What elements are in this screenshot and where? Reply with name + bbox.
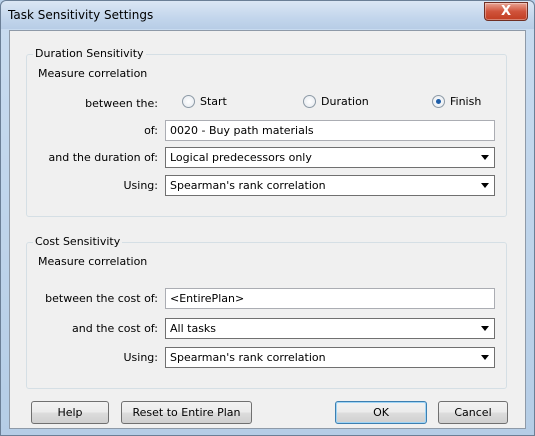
duration-of-label: and the duration of: — [48, 151, 158, 164]
task-of-field[interactable]: 0020 - Buy path materials — [165, 120, 495, 141]
ok-button-label: OK — [373, 406, 389, 419]
duration-measure-label: Measure correlation — [38, 67, 148, 80]
radio-start-indicator[interactable] — [182, 95, 195, 108]
cancel-button-label: Cancel — [454, 406, 492, 419]
dialog-client-area: Duration Sensitivity Measure correlation… — [9, 30, 526, 429]
radio-start[interactable]: Start — [182, 95, 227, 108]
ok-button[interactable]: OK — [335, 401, 427, 424]
between-cost-field[interactable]: <EntirePlan> — [165, 288, 495, 309]
cost-sensitivity-group: Cost Sensitivity Measure correlation bet… — [26, 235, 507, 389]
between-cost-label: between the cost of: — [45, 292, 158, 305]
radio-duration-indicator[interactable] — [303, 95, 316, 108]
duration-sensitivity-legend: Duration Sensitivity — [33, 47, 146, 60]
cost-sensitivity-legend: Cost Sensitivity — [33, 235, 123, 248]
cost-using-dropdown[interactable]: Spearman's rank correlation — [165, 347, 495, 368]
duration-using-label: Using: — [123, 179, 159, 192]
cost-using-label: Using: — [123, 351, 159, 364]
help-button[interactable]: Help — [31, 401, 109, 424]
radio-start-label: Start — [200, 95, 227, 108]
chevron-down-icon — [481, 326, 489, 331]
cancel-button[interactable]: Cancel — [438, 401, 508, 424]
duration-of-value: Logical predecessors only — [170, 151, 312, 164]
task-of-value: 0020 - Buy path materials — [170, 124, 314, 137]
chevron-down-icon — [481, 183, 489, 188]
of-label: of: — [144, 124, 158, 137]
cost-measure-label: Measure correlation — [38, 255, 148, 268]
radio-duration[interactable]: Duration — [303, 95, 369, 108]
radio-finish-label: Finish — [450, 95, 482, 108]
between-the-label: between the: — [85, 97, 158, 110]
duration-using-value: Spearman's rank correlation — [170, 179, 326, 192]
duration-of-dropdown[interactable]: Logical predecessors only — [165, 147, 495, 168]
duration-sensitivity-group: Duration Sensitivity Measure correlation… — [26, 47, 507, 217]
cost-of-label: and the cost of: — [72, 322, 158, 335]
radio-finish-indicator[interactable] — [432, 95, 445, 108]
between-cost-value: <EntirePlan> — [170, 292, 245, 305]
reset-button[interactable]: Reset to Entire Plan — [121, 401, 252, 424]
help-button-label: Help — [57, 406, 83, 419]
close-icon: X — [500, 4, 512, 19]
dialog-window: Task Sensitivity Settings X Duration Sen… — [0, 0, 535, 436]
cost-using-value: Spearman's rank correlation — [170, 351, 326, 364]
chevron-down-icon — [481, 155, 489, 160]
chevron-down-icon — [481, 355, 489, 360]
window-title: Task Sensitivity Settings — [8, 8, 154, 22]
reset-button-label: Reset to Entire Plan — [132, 406, 241, 419]
radio-finish[interactable]: Finish — [432, 95, 481, 108]
cost-of-value: All tasks — [170, 322, 217, 335]
title-bar[interactable]: Task Sensitivity Settings X — [1, 1, 534, 29]
close-button[interactable]: X — [484, 2, 528, 21]
cost-of-dropdown[interactable]: All tasks — [165, 318, 495, 339]
radio-duration-label: Duration — [321, 95, 369, 108]
duration-using-dropdown[interactable]: Spearman's rank correlation — [165, 175, 495, 196]
